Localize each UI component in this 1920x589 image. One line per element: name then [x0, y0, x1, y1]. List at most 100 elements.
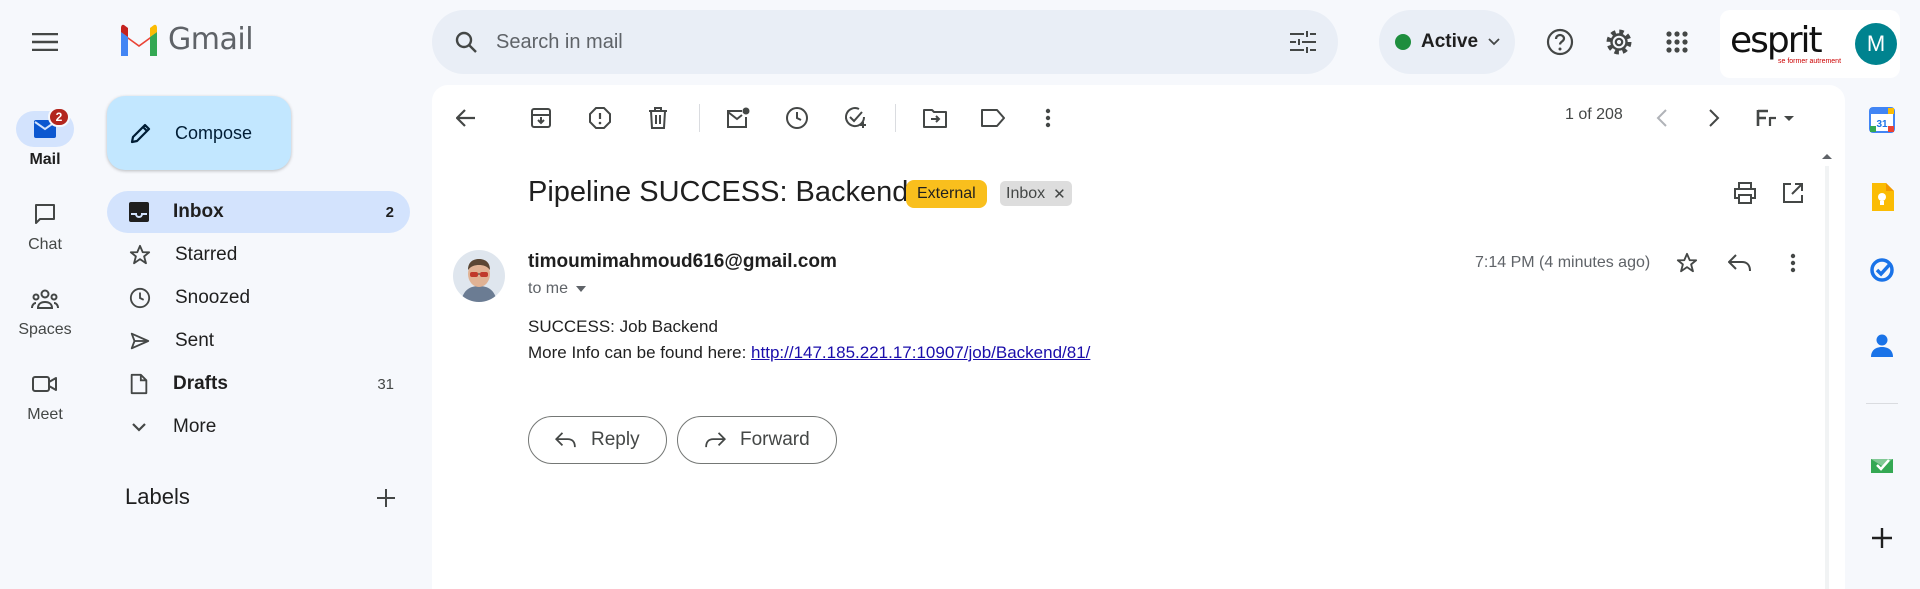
reply-label: Reply [591, 429, 640, 450]
caret-down-icon [576, 286, 587, 292]
remove-label-icon[interactable]: ✕ [1053, 185, 1066, 203]
tasks-button[interactable] [1862, 250, 1902, 290]
message-panel [432, 85, 1845, 589]
status-label: Active [1421, 31, 1479, 52]
main-menu-button[interactable] [24, 24, 66, 60]
account-button[interactable]: esprit se former autrement M [1720, 10, 1900, 78]
get-addons-button[interactable] [1862, 518, 1902, 558]
draft-icon [130, 373, 148, 395]
search-icon[interactable] [454, 30, 478, 54]
settings-button[interactable] [1599, 22, 1639, 62]
keep-button[interactable] [1862, 177, 1902, 217]
pencil-icon [130, 123, 151, 144]
open-new-window-button[interactable] [1773, 173, 1813, 213]
toolbar-divider [699, 104, 700, 132]
add-to-tasks-button[interactable] [836, 98, 876, 138]
newer-button[interactable] [1642, 98, 1682, 138]
email-subject: Pipeline SUCCESS: Backend [528, 176, 909, 208]
sidebar-label-inbox: Inbox [173, 201, 224, 222]
organization-tagline: se former autrement [1778, 57, 1842, 65]
rail-item-meet[interactable]: Meet [0, 366, 90, 424]
recipient-label: to me [528, 280, 569, 297]
report-spam-icon [589, 107, 611, 129]
sidebar-item-sent[interactable]: Sent [107, 320, 410, 362]
open-in-new-icon [1783, 183, 1803, 203]
sender-avatar[interactable] [453, 250, 505, 302]
inbox-label-chip: Inbox ✕ [1000, 181, 1072, 206]
gmail-logo[interactable]: Gmail [118, 22, 254, 57]
rail-label-meet: Meet [27, 406, 63, 423]
plus-icon [377, 489, 395, 507]
move-to-button[interactable] [915, 98, 955, 138]
rail-item-mail[interactable]: 2 Mail [0, 107, 90, 169]
back-button[interactable] [446, 98, 486, 138]
input-tools-button[interactable] [1750, 98, 1802, 138]
sender-photo [453, 250, 505, 302]
apps-button[interactable] [1657, 22, 1697, 62]
search-options-icon[interactable] [1290, 31, 1316, 53]
move-to-folder-icon [923, 109, 947, 128]
forward-icon [705, 432, 726, 448]
addon-icon [1871, 459, 1893, 473]
delete-button[interactable] [638, 98, 678, 138]
older-button[interactable] [1694, 98, 1734, 138]
reply-icon-button[interactable] [1720, 243, 1760, 283]
help-icon [1546, 28, 1574, 56]
video-camera-icon [32, 376, 57, 392]
toolbar-divider [895, 104, 896, 132]
message-more-button[interactable] [1773, 243, 1813, 283]
sender-email[interactable]: timoumimahmoud616@gmail.com [528, 251, 837, 273]
contacts-button[interactable] [1862, 325, 1902, 365]
scroll-up-arrow[interactable] [1819, 150, 1835, 162]
recipient-details-toggle[interactable]: to me [528, 280, 587, 298]
sidebar-item-drafts[interactable]: Drafts 31 [107, 363, 410, 405]
create-label-button[interactable] [370, 482, 402, 514]
report-spam-button[interactable] [580, 98, 620, 138]
archive-button[interactable] [521, 98, 561, 138]
plus-icon [1872, 528, 1892, 548]
calendar-button[interactable]: 31 [1862, 100, 1902, 140]
rail-item-chat[interactable]: Chat [0, 196, 90, 254]
rail-item-spaces[interactable]: Spaces [0, 281, 90, 339]
triangle-up-icon [1822, 154, 1832, 159]
organization-logo: esprit se former autrement [1730, 22, 1842, 65]
labels-button[interactable] [973, 98, 1013, 138]
status-selector[interactable]: Active [1379, 10, 1515, 74]
sidebar-item-inbox[interactable]: Inbox 2 [107, 191, 410, 233]
rail-label-chat: Chat [28, 236, 62, 253]
forward-label: Forward [740, 429, 810, 450]
sidebar-item-snoozed[interactable]: Snoozed [107, 277, 410, 319]
snooze-button[interactable] [777, 98, 817, 138]
label-icon [981, 109, 1005, 127]
spaces-icon [31, 289, 59, 309]
addon-button[interactable] [1862, 444, 1902, 484]
scrollbar-track[interactable] [1825, 166, 1829, 589]
compose-button[interactable]: Compose [107, 96, 291, 170]
job-link[interactable]: http://147.185.221.17:10907/job/Backend/… [751, 343, 1090, 362]
rail-label-mail: Mail [29, 151, 61, 168]
side-panel-divider [1866, 403, 1898, 404]
tasks-icon [1870, 258, 1894, 282]
keep-icon [1872, 183, 1894, 211]
sidebar-item-starred[interactable]: Starred [107, 234, 410, 276]
email-body-line-1: SUCCESS: Job Backend [528, 317, 718, 336]
help-button[interactable] [1540, 22, 1580, 62]
sidebar-label-drafts: Drafts [173, 373, 228, 394]
star-message-button[interactable] [1667, 243, 1707, 283]
send-icon [130, 332, 150, 350]
email-timestamp: 7:14 PM (4 minutes ago) [1475, 254, 1651, 271]
input-tools-icon [1756, 109, 1794, 126]
avatar: M [1855, 23, 1898, 65]
print-icon [1734, 182, 1756, 204]
print-button[interactable] [1725, 173, 1765, 213]
reply-button[interactable]: Reply [528, 416, 667, 464]
chevron-down-icon [132, 423, 146, 432]
calendar-icon: 31 [1869, 107, 1895, 133]
email-body-text: More Info can be found here: [528, 343, 752, 362]
star-icon [1676, 252, 1698, 273]
search-input[interactable] [496, 30, 1290, 54]
forward-button[interactable]: Forward [677, 416, 837, 464]
more-options-button[interactable] [1028, 98, 1068, 138]
sidebar-item-more[interactable]: More [107, 406, 410, 448]
mark-unread-button[interactable] [718, 98, 758, 138]
